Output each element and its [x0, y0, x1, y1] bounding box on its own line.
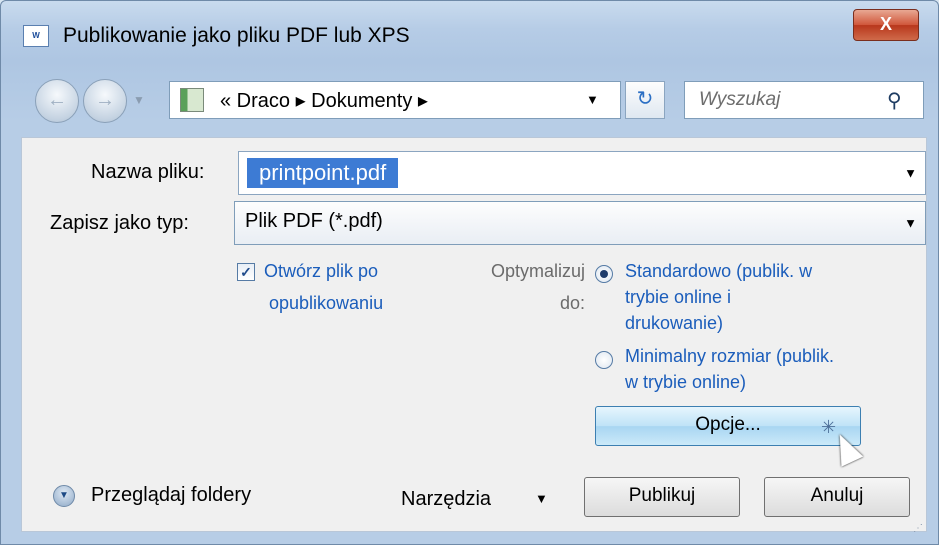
file-type-select[interactable]: Plik PDF (*.pdf) ▼ — [234, 201, 926, 245]
radio-standard[interactable] — [595, 265, 613, 283]
folder-icon — [180, 88, 204, 112]
search-box[interactable]: Wyszukaj ⚲ — [684, 81, 924, 119]
filename-input[interactable]: printpoint.pdf ▼ — [238, 151, 926, 195]
address-bar[interactable]: « Draco ▸ Dokumenty ▸ ▼ — [169, 81, 621, 119]
resize-grip[interactable]: ⋰ — [913, 523, 923, 534]
radio-standard-line2[interactable]: trybie online i — [625, 285, 731, 309]
radio-standard-line3[interactable]: drukowanie) — [625, 311, 723, 335]
window-title: Publikowanie jako pliku PDF lub XPS — [63, 24, 410, 47]
word-app-icon: W — [23, 25, 49, 47]
busy-spinner-icon: ✳ — [821, 417, 837, 437]
publish-button[interactable]: Publikuj — [584, 477, 740, 517]
radio-minimal-line2[interactable]: w trybie online) — [625, 370, 746, 394]
close-button[interactable]: X — [853, 9, 919, 41]
optimize-label-line2: do: — [559, 293, 585, 313]
refresh-button[interactable]: ↻ — [625, 81, 665, 119]
optimize-label-line1: Optymalizuj — [490, 261, 585, 281]
back-button[interactable]: ← — [35, 79, 79, 123]
search-icon[interactable]: ⚲ — [887, 88, 902, 113]
search-placeholder: Wyszukaj — [699, 89, 781, 110]
cancel-button[interactable]: Anuluj — [764, 477, 910, 517]
filename-dropdown-icon[interactable]: ▼ — [904, 166, 917, 181]
open-after-label-line1[interactable]: Otwórz plik po — [264, 259, 378, 283]
browse-folders-link[interactable]: Przeglądaj foldery — [91, 484, 251, 507]
address-breadcrumb[interactable]: « Draco ▸ Dokumenty ▸ — [220, 88, 428, 113]
publish-dialog-window: W Publikowanie jako pliku PDF lub XPS X … — [0, 0, 939, 545]
filename-label: Nazwa pliku: — [91, 161, 205, 183]
tools-menu[interactable]: Narzędzia — [401, 488, 491, 511]
radio-minimal[interactable] — [595, 351, 613, 369]
forward-button[interactable]: → — [83, 79, 127, 123]
navigation-bar: ← → ▼ « Draco ▸ Dokumenty ▸ ▼ ↻ Wyszukaj… — [1, 73, 938, 131]
radio-standard-line1[interactable]: Standardowo (publik. w — [625, 259, 812, 283]
recent-pages-dropdown-icon[interactable]: ▼ — [133, 93, 145, 107]
radio-minimal-line1[interactable]: Minimalny rozmiar (publik. — [625, 344, 834, 368]
file-type-dropdown-icon[interactable]: ▼ — [904, 216, 917, 231]
expand-folders-icon[interactable]: ▼ — [53, 485, 75, 507]
address-dropdown-icon[interactable]: ▼ — [586, 92, 599, 107]
tools-dropdown-icon[interactable]: ▼ — [535, 491, 548, 506]
file-type-label: Zapisz jako typ: — [50, 212, 189, 234]
filename-value[interactable]: printpoint.pdf — [247, 158, 399, 188]
open-after-label-line2[interactable]: opublikowaniu — [269, 291, 383, 315]
dialog-content — [21, 137, 927, 532]
file-type-value: Plik PDF (*.pdf) — [245, 210, 383, 232]
title-bar: W Publikowanie jako pliku PDF lub XPS X — [1, 1, 938, 65]
open-after-checkbox[interactable]: ✓ — [237, 263, 255, 281]
